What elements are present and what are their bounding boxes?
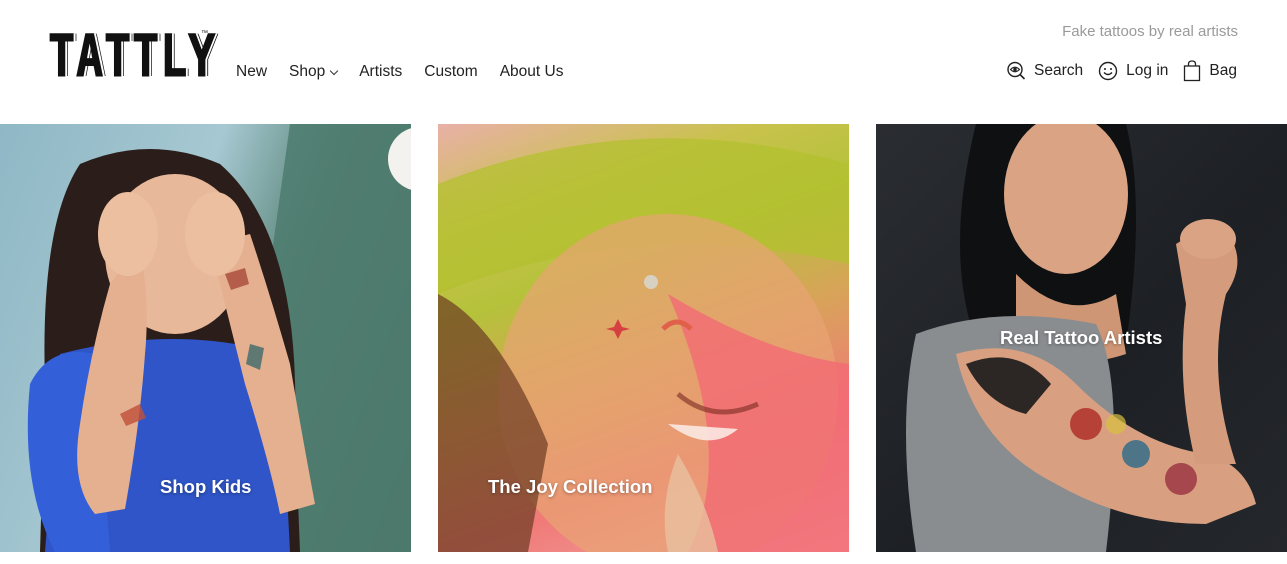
smiley-icon [1098,61,1118,81]
nav-shop-label: Shop [289,63,326,80]
login-button[interactable]: Log in [1098,61,1168,81]
site-header: TATTLY ™ New Shop Artists Custom About U… [0,0,1287,124]
tile-shop-kids[interactable]: Shop Kids [0,124,411,552]
nav-new[interactable]: New [236,63,267,81]
tile-real-tattoo-artists[interactable]: Real Tattoo Artists [876,124,1287,552]
tile-label-joy-collection: The Joy Collection [488,476,653,497]
login-label: Log in [1126,62,1169,79]
nav-artists[interactable]: Artists [359,63,402,81]
search-eye-icon [1007,61,1026,80]
bag-label: Bag [1209,62,1237,79]
chevron-down-icon [329,66,339,75]
nav-custom[interactable]: Custom [424,63,477,81]
tile-joy-collection[interactable]: The Joy Collection [438,124,849,552]
tattly-logo[interactable]: TATTLY ™ [48,26,216,87]
search-button[interactable]: Search [1006,61,1083,81]
tile-label-shop-kids: Shop Kids [160,476,252,497]
logo-trademark: ™ [201,30,208,37]
bag-button[interactable]: Bag [1183,60,1237,82]
utility-nav: Search Log in Bag [991,60,1237,82]
tile-label-real-tattoo-artists: Real Tattoo Artists [1000,327,1163,348]
nav-about-us[interactable]: About Us [500,63,564,81]
main-nav: New Shop Artists Custom About Us [236,63,585,81]
logo-wordmark: TATTLY [48,22,217,90]
nav-shop[interactable]: Shop [289,63,339,81]
bag-icon [1184,60,1201,82]
search-label: Search [1034,62,1084,79]
tagline: Fake tattoos by real artists [1062,23,1238,40]
